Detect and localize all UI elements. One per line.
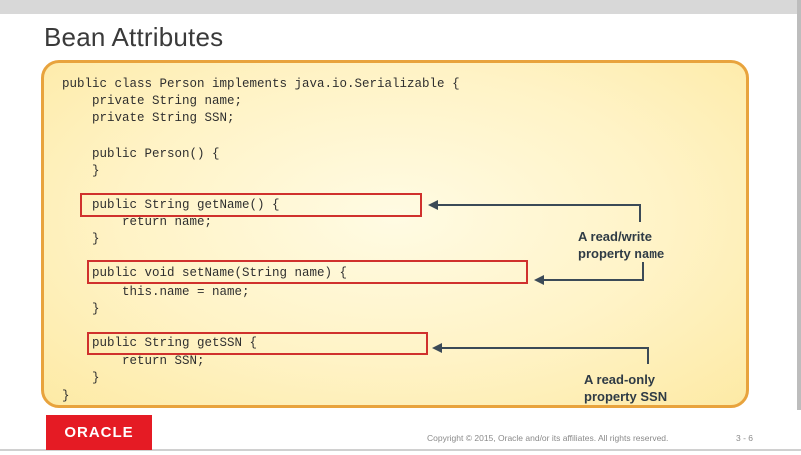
annotation-prop-label: property (584, 389, 637, 404)
copyright-text: Copyright © 2015, Oracle and/or its affi… (427, 433, 669, 443)
annotation-arrows (428, 200, 649, 364)
arrow-to-setname (534, 262, 644, 285)
oracle-logo: ORACLE (46, 415, 152, 450)
annotation-read-write-prop: property name (578, 245, 664, 264)
annotation-read-write-text: A read/write (578, 229, 652, 244)
page-number: 3 - 6 (736, 433, 754, 443)
annotation-read-only-prop: property SSN (584, 388, 667, 405)
arrow-to-getssn (432, 343, 649, 364)
arrow-to-getname (428, 200, 641, 222)
oracle-logo-text: ORACLE (64, 424, 134, 441)
annotation-read-write: A read/write property name (578, 228, 664, 264)
annotation-read-only: A read-only property SSN (584, 371, 667, 405)
annotation-read-only-text: A read-only (584, 372, 656, 387)
annotation-prop-name: name (634, 248, 665, 262)
annotation-prop-name: SSN (640, 389, 668, 404)
annotation-prop-label: property (578, 246, 631, 261)
